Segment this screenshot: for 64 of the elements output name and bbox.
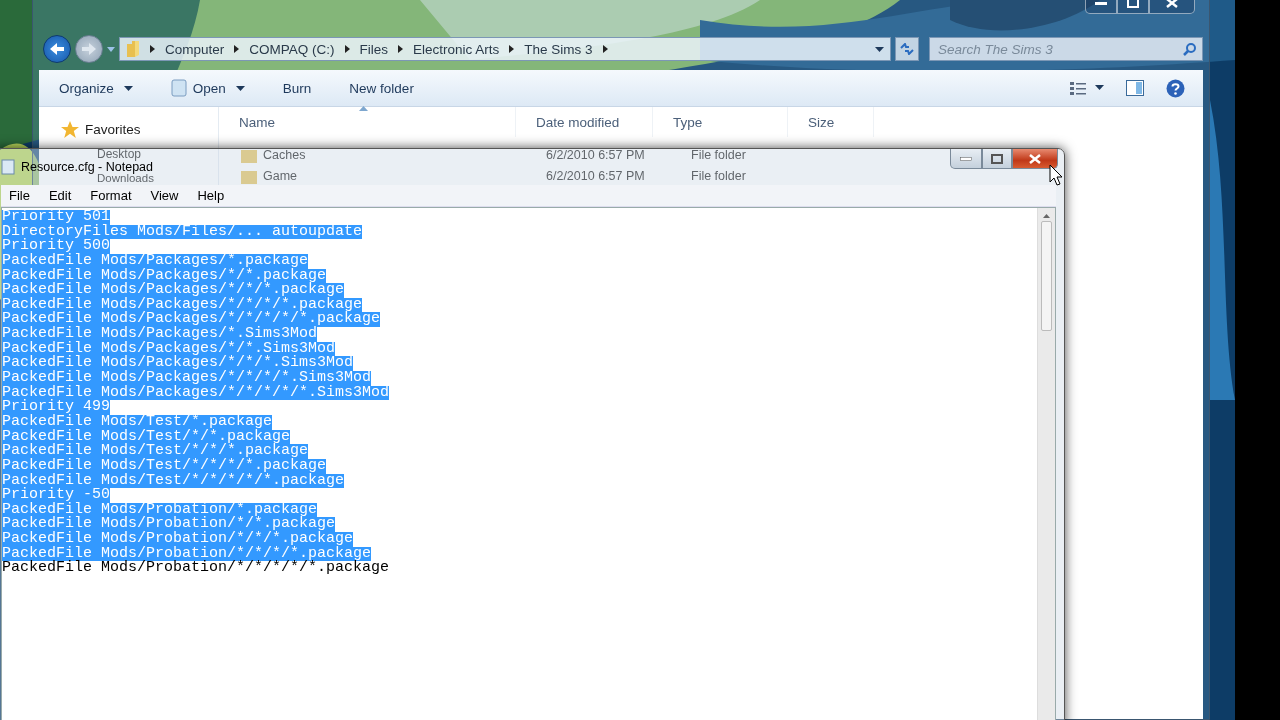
breadcrumb-item[interactable]: Files: [359, 41, 389, 57]
column-header[interactable]: Name: [219, 107, 516, 137]
search-field[interactable]: Search The Sims 3: [929, 37, 1203, 61]
breadcrumb-item[interactable]: COMPAQ (C:): [249, 41, 335, 57]
chevron-right-icon[interactable]: [344, 45, 350, 53]
arrow-left-icon: [49, 42, 65, 56]
date-cell: 6/2/2010 6:57 PM: [546, 169, 645, 183]
document-icon: [170, 79, 187, 97]
chevron-right-icon[interactable]: [602, 45, 608, 53]
column-header[interactable]: Date modified: [516, 107, 653, 137]
scrollbar[interactable]: [1037, 208, 1055, 720]
type-cell: File folder: [691, 169, 746, 183]
column-header[interactable]: Type: [653, 107, 788, 137]
toolbar-button[interactable]: Open: [170, 79, 245, 97]
menu-item[interactable]: Edit: [36, 188, 79, 203]
menu-item[interactable]: Format: [78, 188, 139, 203]
window-title: Resource.cfg - Notepad: [21, 161, 153, 174]
scroll-up-icon[interactable]: [1043, 214, 1050, 218]
close-button[interactable]: [1012, 149, 1058, 169]
refresh-icon: [900, 43, 914, 55]
nav-item[interactable]: Favorites: [85, 122, 141, 137]
maximize-icon: [991, 153, 1003, 164]
breadcrumb-item[interactable]: Electronic Arts: [413, 41, 500, 57]
chevron-right-icon[interactable]: [150, 45, 155, 53]
menu-item[interactable]: View: [138, 188, 186, 203]
close-icon: [1029, 153, 1041, 164]
chevron-right-icon[interactable]: [234, 45, 240, 53]
chevron-right-icon[interactable]: [509, 45, 515, 53]
folder-icon: [241, 148, 257, 163]
nav-item[interactable]: Downloads: [61, 173, 154, 184]
file-name[interactable]: Game: [263, 170, 298, 183]
preview-pane-icon[interactable]: [1126, 80, 1144, 96]
view-options-icon[interactable]: [1070, 81, 1104, 95]
type-cell: File folder: [691, 148, 746, 162]
maximize-icon: [1127, 0, 1139, 8]
toolbar-button[interactable]: New folder: [349, 80, 414, 96]
maximize-button[interactable]: [982, 149, 1012, 169]
date-cell: 6/2/2010 6:57 PM: [546, 148, 645, 162]
arrow-right-icon: [81, 42, 97, 56]
help-icon[interactable]: [1166, 78, 1185, 98]
history-dropdown-icon[interactable]: [107, 46, 115, 52]
folder-icon: [241, 169, 257, 184]
minimize-icon: [960, 156, 972, 161]
search-icon[interactable]: [1183, 42, 1197, 56]
file-name[interactable]: Caches: [263, 149, 306, 162]
menu-item[interactable]: File: [1, 188, 37, 203]
nav-item[interactable]: Desktop: [61, 148, 142, 160]
dropdown-icon[interactable]: [875, 46, 884, 52]
toolbar-button[interactable]: Organize: [59, 80, 133, 96]
menu-item[interactable]: Help: [185, 188, 232, 203]
breadcrumb-item[interactable]: The Sims 3: [524, 41, 593, 57]
close-icon: [1166, 0, 1178, 8]
star-icon: [61, 121, 79, 138]
breadcrumb-item[interactable]: Computer: [165, 41, 225, 57]
folder-icon: [126, 40, 140, 58]
notepad-icon: [1, 159, 15, 175]
column-header[interactable]: Size: [788, 107, 874, 137]
chevron-right-icon[interactable]: [398, 45, 404, 53]
toolbar-button[interactable]: Burn: [282, 80, 312, 96]
refresh-button[interactable]: [895, 37, 919, 61]
text-line: PackedFile Mods/Probation/*/*/*/*/*.package: [2, 561, 390, 576]
scrollbar-thumb[interactable]: [1041, 221, 1052, 331]
minimize-icon: [1095, 1, 1107, 5]
cursor-icon: [1049, 164, 1063, 186]
